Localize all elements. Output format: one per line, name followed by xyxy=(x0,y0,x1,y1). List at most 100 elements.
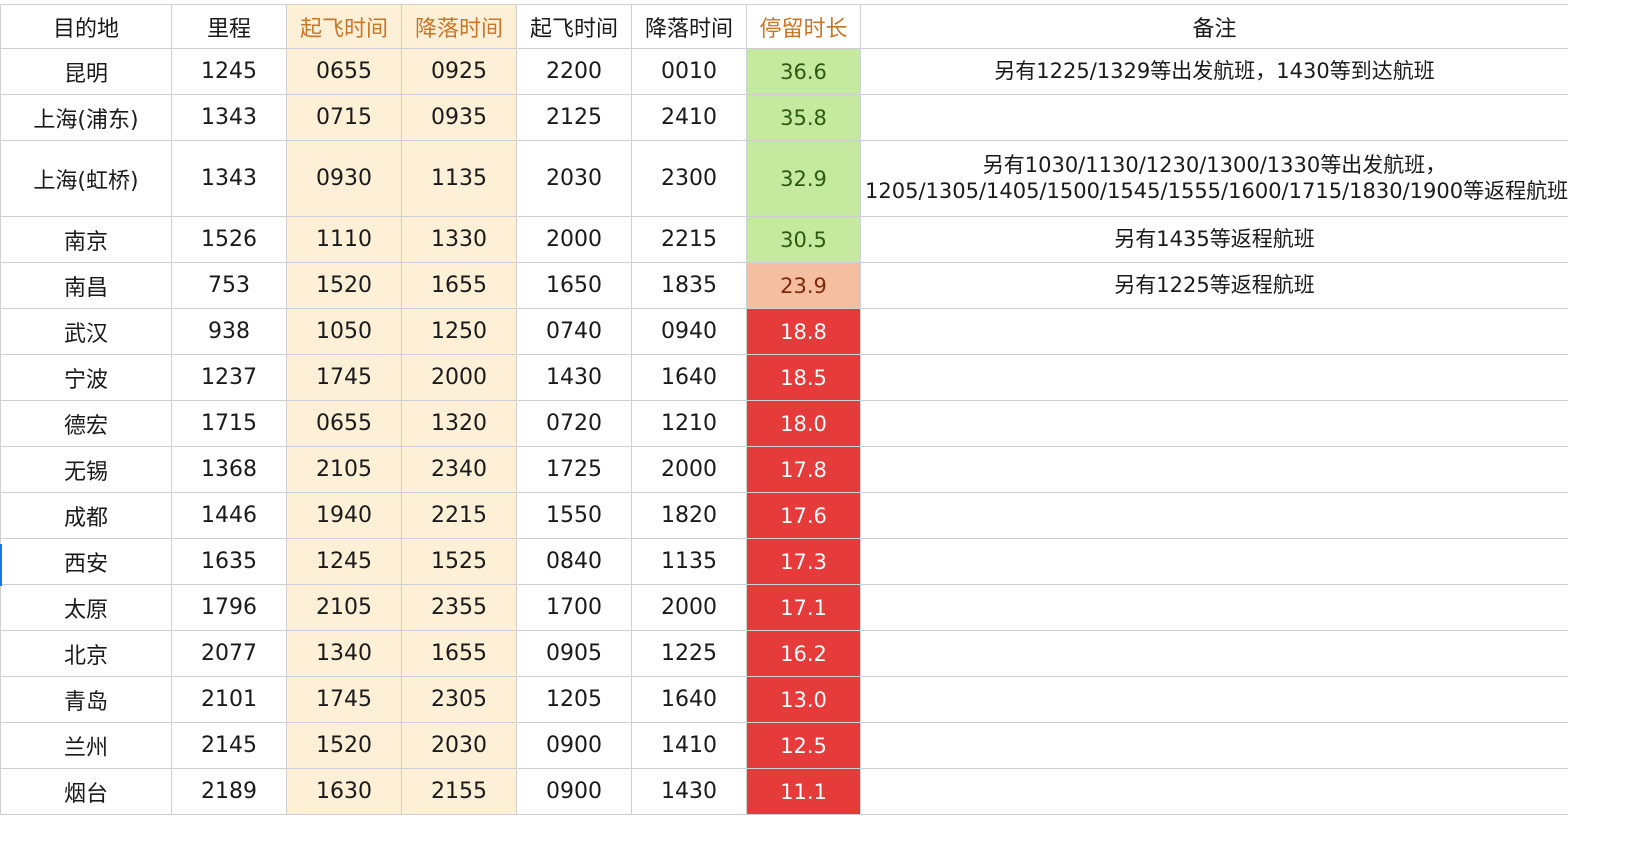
cell-notes[interactable]: 另有1225等返程航班 xyxy=(860,262,1569,309)
cell-notes[interactable] xyxy=(860,584,1569,631)
header-destination[interactable]: 目的地 xyxy=(0,4,172,49)
cell-outbound-departure[interactable]: 2105 xyxy=(286,584,402,631)
cell-notes[interactable] xyxy=(860,446,1569,493)
cell-notes[interactable] xyxy=(860,676,1569,723)
cell-outbound-arrival[interactable]: 2155 xyxy=(401,768,517,815)
cell-stay-duration[interactable]: 35.8 xyxy=(746,94,861,141)
cell-return-departure[interactable]: 2125 xyxy=(516,94,632,141)
cell-outbound-departure[interactable]: 0655 xyxy=(286,48,402,95)
cell-destination[interactable]: 兰州 xyxy=(0,722,172,769)
cell-notes[interactable]: 另有1030/1130/1230/1300/1330等出发航班， 1205/130… xyxy=(860,140,1569,217)
cell-return-arrival[interactable]: 2000 xyxy=(631,446,747,493)
cell-destination[interactable]: 成都 xyxy=(0,492,172,539)
cell-outbound-arrival[interactable]: 1525 xyxy=(401,538,517,585)
cell-stay-duration[interactable]: 12.5 xyxy=(746,722,861,769)
cell-outbound-departure[interactable]: 1340 xyxy=(286,630,402,677)
cell-destination[interactable]: 德宏 xyxy=(0,400,172,447)
cell-outbound-departure[interactable]: 1745 xyxy=(286,354,402,401)
cell-return-departure[interactable]: 0900 xyxy=(516,722,632,769)
cell-outbound-departure[interactable]: 1630 xyxy=(286,768,402,815)
cell-stay-duration[interactable]: 13.0 xyxy=(746,676,861,723)
cell-return-departure[interactable]: 2030 xyxy=(516,140,632,217)
cell-return-arrival[interactable]: 1410 xyxy=(631,722,747,769)
cell-stay-duration[interactable]: 16.2 xyxy=(746,630,861,677)
header-stay-duration[interactable]: 停留时长 xyxy=(746,4,861,49)
cell-outbound-arrival[interactable]: 2305 xyxy=(401,676,517,723)
cell-outbound-departure[interactable]: 1050 xyxy=(286,308,402,355)
cell-return-departure[interactable]: 1430 xyxy=(516,354,632,401)
cell-outbound-arrival[interactable]: 0925 xyxy=(401,48,517,95)
cell-stay-duration[interactable]: 17.8 xyxy=(746,446,861,493)
cell-stay-duration[interactable]: 17.3 xyxy=(746,538,861,585)
cell-destination[interactable]: 北京 xyxy=(0,630,172,677)
cell-mileage[interactable]: 2101 xyxy=(171,676,287,723)
cell-mileage[interactable]: 1368 xyxy=(171,446,287,493)
cell-outbound-arrival[interactable]: 1655 xyxy=(401,630,517,677)
cell-mileage[interactable]: 1526 xyxy=(171,216,287,263)
cell-return-arrival[interactable]: 2215 xyxy=(631,216,747,263)
cell-notes[interactable] xyxy=(860,768,1569,815)
cell-stay-duration[interactable]: 17.1 xyxy=(746,584,861,631)
cell-notes[interactable] xyxy=(860,492,1569,539)
cell-return-arrival[interactable]: 2300 xyxy=(631,140,747,217)
cell-destination[interactable]: 无锡 xyxy=(0,446,172,493)
cell-outbound-departure[interactable]: 1245 xyxy=(286,538,402,585)
cell-destination[interactable]: 上海(浦东) xyxy=(0,94,172,141)
cell-notes[interactable]: 另有1435等返程航班 xyxy=(860,216,1569,263)
cell-destination[interactable]: 烟台 xyxy=(0,768,172,815)
cell-outbound-arrival[interactable]: 1320 xyxy=(401,400,517,447)
cell-stay-duration[interactable]: 18.0 xyxy=(746,400,861,447)
cell-return-arrival[interactable]: 0010 xyxy=(631,48,747,95)
cell-mileage[interactable]: 1796 xyxy=(171,584,287,631)
cell-stay-duration[interactable]: 17.6 xyxy=(746,492,861,539)
cell-notes[interactable] xyxy=(860,94,1569,141)
cell-return-arrival[interactable]: 2410 xyxy=(631,94,747,141)
cell-mileage[interactable]: 1237 xyxy=(171,354,287,401)
cell-mileage[interactable]: 938 xyxy=(171,308,287,355)
cell-return-departure[interactable]: 1700 xyxy=(516,584,632,631)
cell-outbound-departure[interactable]: 1520 xyxy=(286,262,402,309)
cell-return-departure[interactable]: 0840 xyxy=(516,538,632,585)
cell-outbound-arrival[interactable]: 2340 xyxy=(401,446,517,493)
cell-mileage[interactable]: 1343 xyxy=(171,140,287,217)
cell-return-arrival[interactable]: 1210 xyxy=(631,400,747,447)
cell-notes[interactable] xyxy=(860,630,1569,677)
header-return-arrival[interactable]: 降落时间 xyxy=(631,4,747,49)
cell-mileage[interactable]: 2189 xyxy=(171,768,287,815)
cell-mileage[interactable]: 1635 xyxy=(171,538,287,585)
cell-outbound-departure[interactable]: 2105 xyxy=(286,446,402,493)
cell-outbound-departure[interactable]: 1520 xyxy=(286,722,402,769)
cell-notes[interactable] xyxy=(860,354,1569,401)
header-outbound-arrival[interactable]: 降落时间 xyxy=(401,4,517,49)
cell-notes[interactable] xyxy=(860,538,1569,585)
cell-outbound-arrival[interactable]: 2030 xyxy=(401,722,517,769)
cell-destination[interactable]: 西安 xyxy=(0,538,172,585)
cell-stay-duration[interactable]: 30.5 xyxy=(746,216,861,263)
cell-outbound-departure[interactable]: 1940 xyxy=(286,492,402,539)
cell-outbound-arrival[interactable]: 1655 xyxy=(401,262,517,309)
cell-destination[interactable]: 南京 xyxy=(0,216,172,263)
cell-return-departure[interactable]: 1205 xyxy=(516,676,632,723)
cell-outbound-departure[interactable]: 0655 xyxy=(286,400,402,447)
cell-return-arrival[interactable]: 1640 xyxy=(631,676,747,723)
cell-return-departure[interactable]: 1550 xyxy=(516,492,632,539)
cell-return-departure[interactable]: 2000 xyxy=(516,216,632,263)
cell-return-departure[interactable]: 2200 xyxy=(516,48,632,95)
cell-return-arrival[interactable]: 1835 xyxy=(631,262,747,309)
cell-notes[interactable] xyxy=(860,722,1569,769)
cell-stay-duration[interactable]: 18.8 xyxy=(746,308,861,355)
cell-notes[interactable]: 另有1225/1329等出发航班，1430等到达航班 xyxy=(860,48,1569,95)
cell-outbound-arrival[interactable]: 2215 xyxy=(401,492,517,539)
cell-stay-duration[interactable]: 18.5 xyxy=(746,354,861,401)
cell-outbound-arrival[interactable]: 1250 xyxy=(401,308,517,355)
cell-return-arrival[interactable]: 1430 xyxy=(631,768,747,815)
cell-outbound-arrival[interactable]: 0935 xyxy=(401,94,517,141)
cell-destination[interactable]: 宁波 xyxy=(0,354,172,401)
cell-destination[interactable]: 昆明 xyxy=(0,48,172,95)
cell-return-departure[interactable]: 0900 xyxy=(516,768,632,815)
cell-destination[interactable]: 武汉 xyxy=(0,308,172,355)
cell-stay-duration[interactable]: 23.9 xyxy=(746,262,861,309)
cell-notes[interactable] xyxy=(860,400,1569,447)
cell-mileage[interactable]: 1715 xyxy=(171,400,287,447)
cell-stay-duration[interactable]: 11.1 xyxy=(746,768,861,815)
